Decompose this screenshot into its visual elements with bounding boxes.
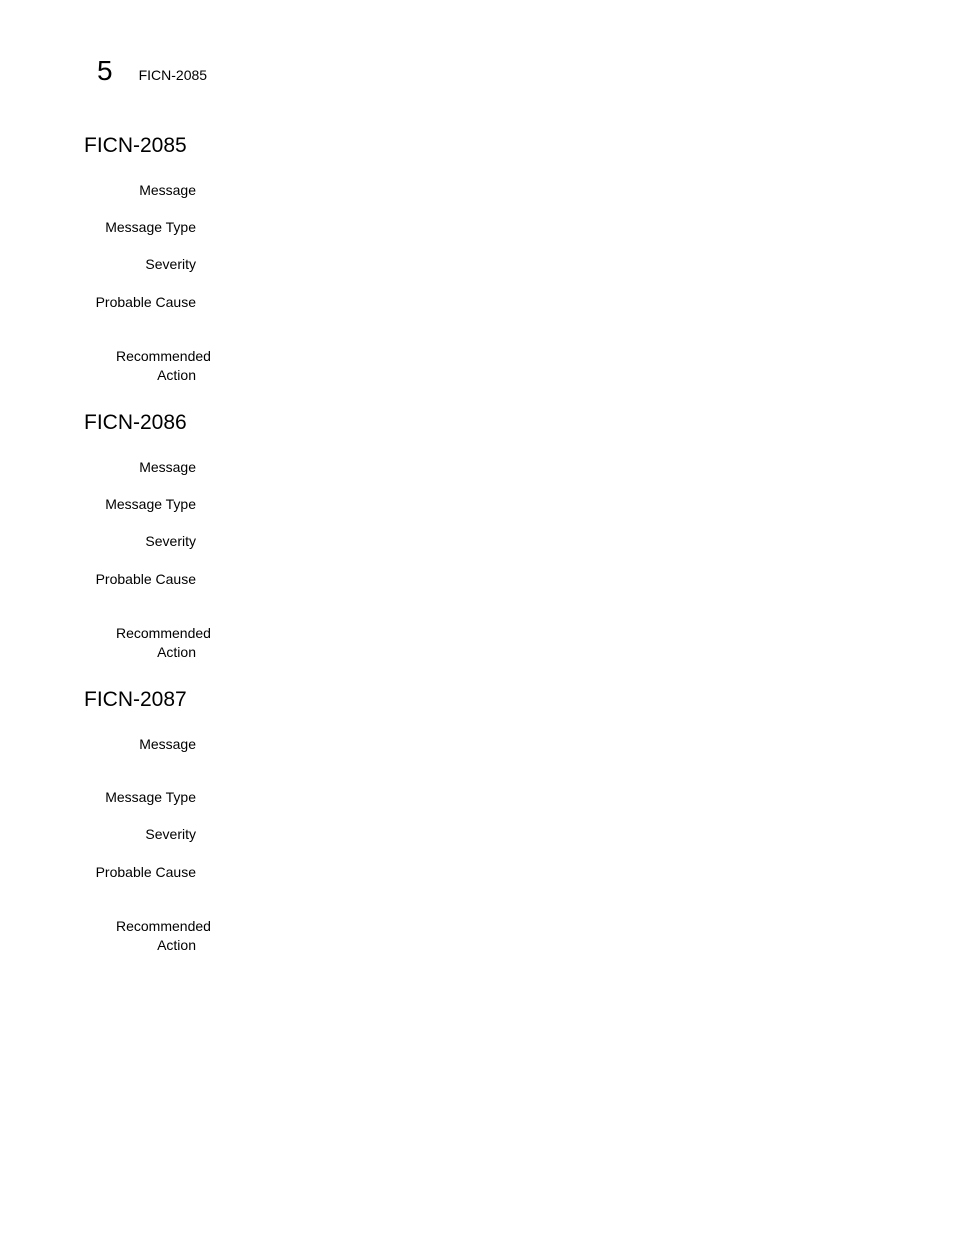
field-message-type: Message Type [84, 495, 196, 514]
field-label: Message Type [105, 496, 196, 512]
field-message-type: Message Type [84, 788, 196, 807]
running-title: FICN-2085 [138, 67, 208, 83]
field-label: Message [139, 459, 196, 475]
field-recommended-action: Recommended Action [84, 347, 211, 384]
field-label: Probable Cause [95, 571, 196, 587]
field-label: Message [139, 182, 196, 198]
field-label: Message Type [105, 789, 196, 805]
field-label: Probable Cause [95, 294, 196, 310]
field-probable-cause: Probable Cause [84, 570, 196, 589]
message-entry: FICN-2086 Message Message Type Severity … [84, 411, 884, 660]
field-severity: Severity [84, 255, 196, 274]
chapter-number: 5 [97, 55, 113, 86]
field-message: Message [84, 181, 196, 200]
field-recommended-action: Recommended Action [84, 917, 211, 954]
field-recommended-action: Recommended Action [84, 624, 211, 661]
field-label: Recommended Action [116, 348, 211, 383]
field-probable-cause: Probable Cause [84, 293, 196, 312]
page-header: 5 FICN-2085 [97, 55, 207, 87]
message-entry: FICN-2087 Message Message Type Severity … [84, 688, 884, 953]
field-label: Severity [145, 256, 196, 272]
message-entry: FICN-2085 Message Message Type Severity … [84, 134, 884, 383]
entry-title: FICN-2085 [84, 134, 187, 157]
field-label: Recommended Action [116, 625, 211, 660]
field-message: Message [84, 735, 196, 754]
field-probable-cause: Probable Cause [84, 863, 196, 882]
field-message: Message [84, 458, 196, 477]
field-label: Probable Cause [95, 864, 196, 880]
entry-title: FICN-2086 [84, 411, 187, 434]
entry-title: FICN-2087 [84, 688, 187, 711]
field-label: Severity [145, 533, 196, 549]
field-label: Recommended Action [116, 918, 211, 953]
field-label: Message Type [105, 219, 196, 235]
field-message-type: Message Type [84, 218, 196, 237]
field-label: Severity [145, 826, 196, 842]
field-label: Message [139, 736, 196, 752]
field-severity: Severity [84, 825, 196, 844]
field-severity: Severity [84, 532, 196, 551]
